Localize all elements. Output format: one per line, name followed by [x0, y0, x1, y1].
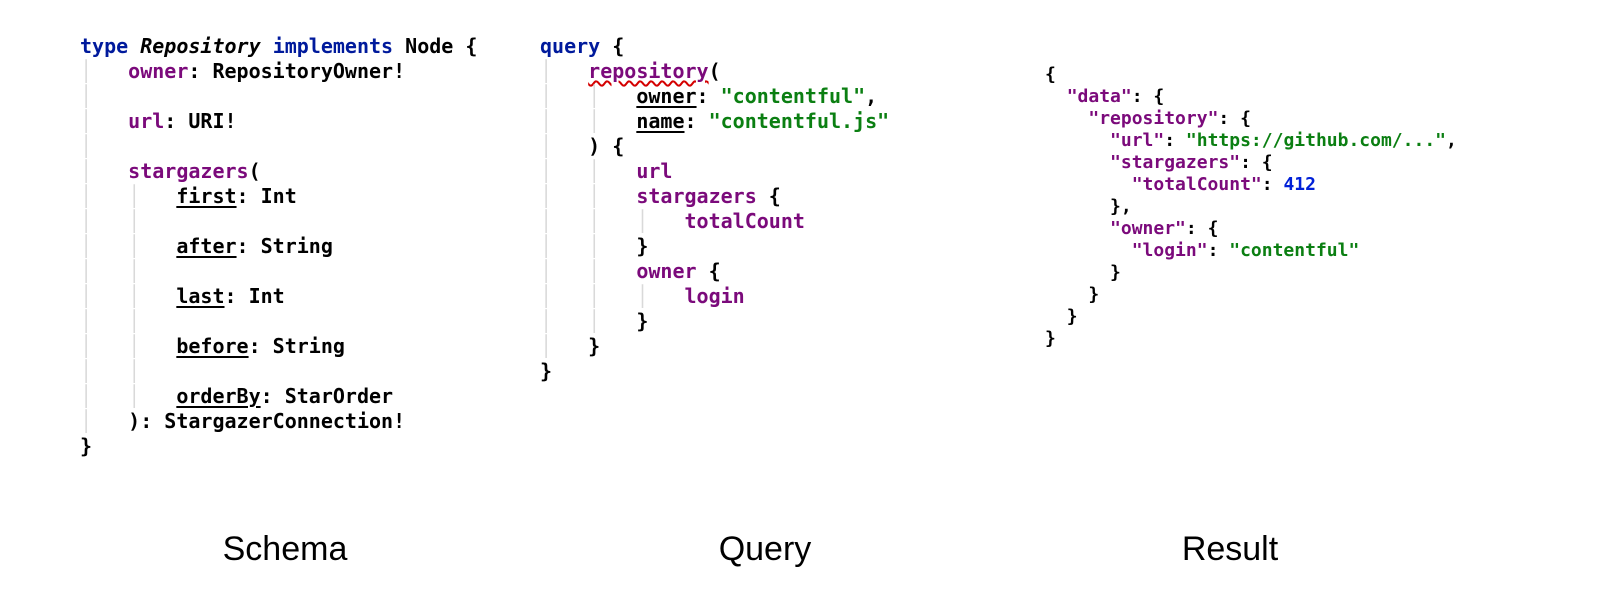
r-url-comma: , [1446, 130, 1457, 151]
r-login-key: "login" [1132, 240, 1208, 261]
arg-owner-q: owner [636, 84, 696, 108]
result-column: { "data": { "repository": { "url": "http… [1000, 34, 1600, 459]
arg-after: after [176, 234, 236, 258]
sel-login: login [685, 284, 745, 308]
arg-before: before [176, 334, 248, 358]
r-data-rest: : { [1132, 86, 1165, 107]
close-stargazer: ): StargazerConnection! [128, 409, 405, 433]
kw-type: type [80, 34, 128, 58]
type-repository: Repository [140, 34, 260, 58]
schema-code: type Repository implements Node { │ owne… [80, 34, 530, 459]
field-url: url [128, 109, 164, 133]
r-login-colon: : [1208, 240, 1230, 261]
paren-open: ( [249, 159, 261, 183]
close-repo-args: ) { [588, 134, 624, 158]
colon2: : [685, 109, 709, 133]
schema-column: type Repository implements Node { │ owne… [0, 34, 530, 459]
type-string2: : String [249, 334, 345, 358]
code-columns: type Repository implements Node { │ owne… [0, 0, 1600, 459]
close-brace-schema: } [80, 434, 92, 458]
type-uri: : URI! [164, 109, 236, 133]
arg-name-q: name [636, 109, 684, 133]
r-total-key: "totalCount" [1132, 174, 1262, 195]
query-code: query { │ repository( │ │ owner: "conten… [540, 34, 1000, 384]
brace-open-q: { [600, 34, 624, 58]
column-labels-row: Schema Query Result [0, 530, 1600, 569]
query-column: query { │ repository( │ │ owner: "conten… [530, 34, 1000, 459]
val-contentfuljs: "contentful.js" [709, 109, 890, 133]
r-repo-key: "repository" [1088, 108, 1218, 129]
arg-first: first [176, 184, 236, 208]
paren-open-q: ( [709, 59, 721, 83]
label-result: Result [1000, 530, 1600, 569]
type-repoowner: : RepositoryOwner! [188, 59, 405, 83]
r-owner-rest: : { [1186, 218, 1219, 239]
arg-last: last [176, 284, 224, 308]
sel-url: url [636, 159, 672, 183]
type-int1: : Int [237, 184, 297, 208]
field-owner: owner [128, 59, 188, 83]
close-owner: } [636, 309, 648, 333]
sel-totalcount: totalCount [685, 209, 805, 233]
type-starorder: : StarOrder [261, 384, 393, 408]
label-query: Query [530, 530, 1000, 569]
r-close-star: }, [1110, 196, 1132, 217]
r-close-repo: } [1088, 284, 1099, 305]
sel-stargazers: stargazers [636, 184, 756, 208]
r-login-val: "contentful" [1229, 240, 1359, 261]
type-string1: : String [237, 234, 333, 258]
r-total-val: 412 [1283, 174, 1316, 195]
r-brace-open: { [1045, 64, 1056, 85]
close-query: } [540, 359, 552, 383]
r-close-root: } [1045, 328, 1056, 349]
r-total-colon: : [1262, 174, 1284, 195]
field-repository-q: repository [588, 59, 708, 83]
r-url-colon: : [1164, 130, 1186, 151]
colon1: : [697, 84, 721, 108]
brace-owner: { [697, 259, 721, 283]
r-star-rest: : { [1240, 152, 1273, 173]
result-code: { "data": { "repository": { "url": "http… [1045, 64, 1600, 350]
close-repo: } [588, 334, 600, 358]
label-schema: Schema [0, 530, 530, 569]
r-close-owner: } [1110, 262, 1121, 283]
val-contentful: "contentful" [721, 84, 866, 108]
sel-owner: owner [636, 259, 696, 283]
r-data-key: "data" [1067, 86, 1132, 107]
type-int2: : Int [225, 284, 285, 308]
kw-implements: implements [273, 34, 393, 58]
comma1: , [865, 84, 877, 108]
impl-node: Node { [405, 34, 477, 58]
arg-orderby: orderBy [176, 384, 260, 408]
r-star-key: "stargazers" [1110, 152, 1240, 173]
r-url-val: "https://github.com/..." [1186, 130, 1446, 151]
field-stargazers: stargazers [128, 159, 248, 183]
close-star: } [636, 234, 648, 258]
r-close-data: } [1067, 306, 1078, 327]
r-repo-rest: : { [1218, 108, 1251, 129]
r-owner-key: "owner" [1110, 218, 1186, 239]
r-url-key: "url" [1110, 130, 1164, 151]
brace-star: { [757, 184, 781, 208]
kw-query: query [540, 34, 600, 58]
